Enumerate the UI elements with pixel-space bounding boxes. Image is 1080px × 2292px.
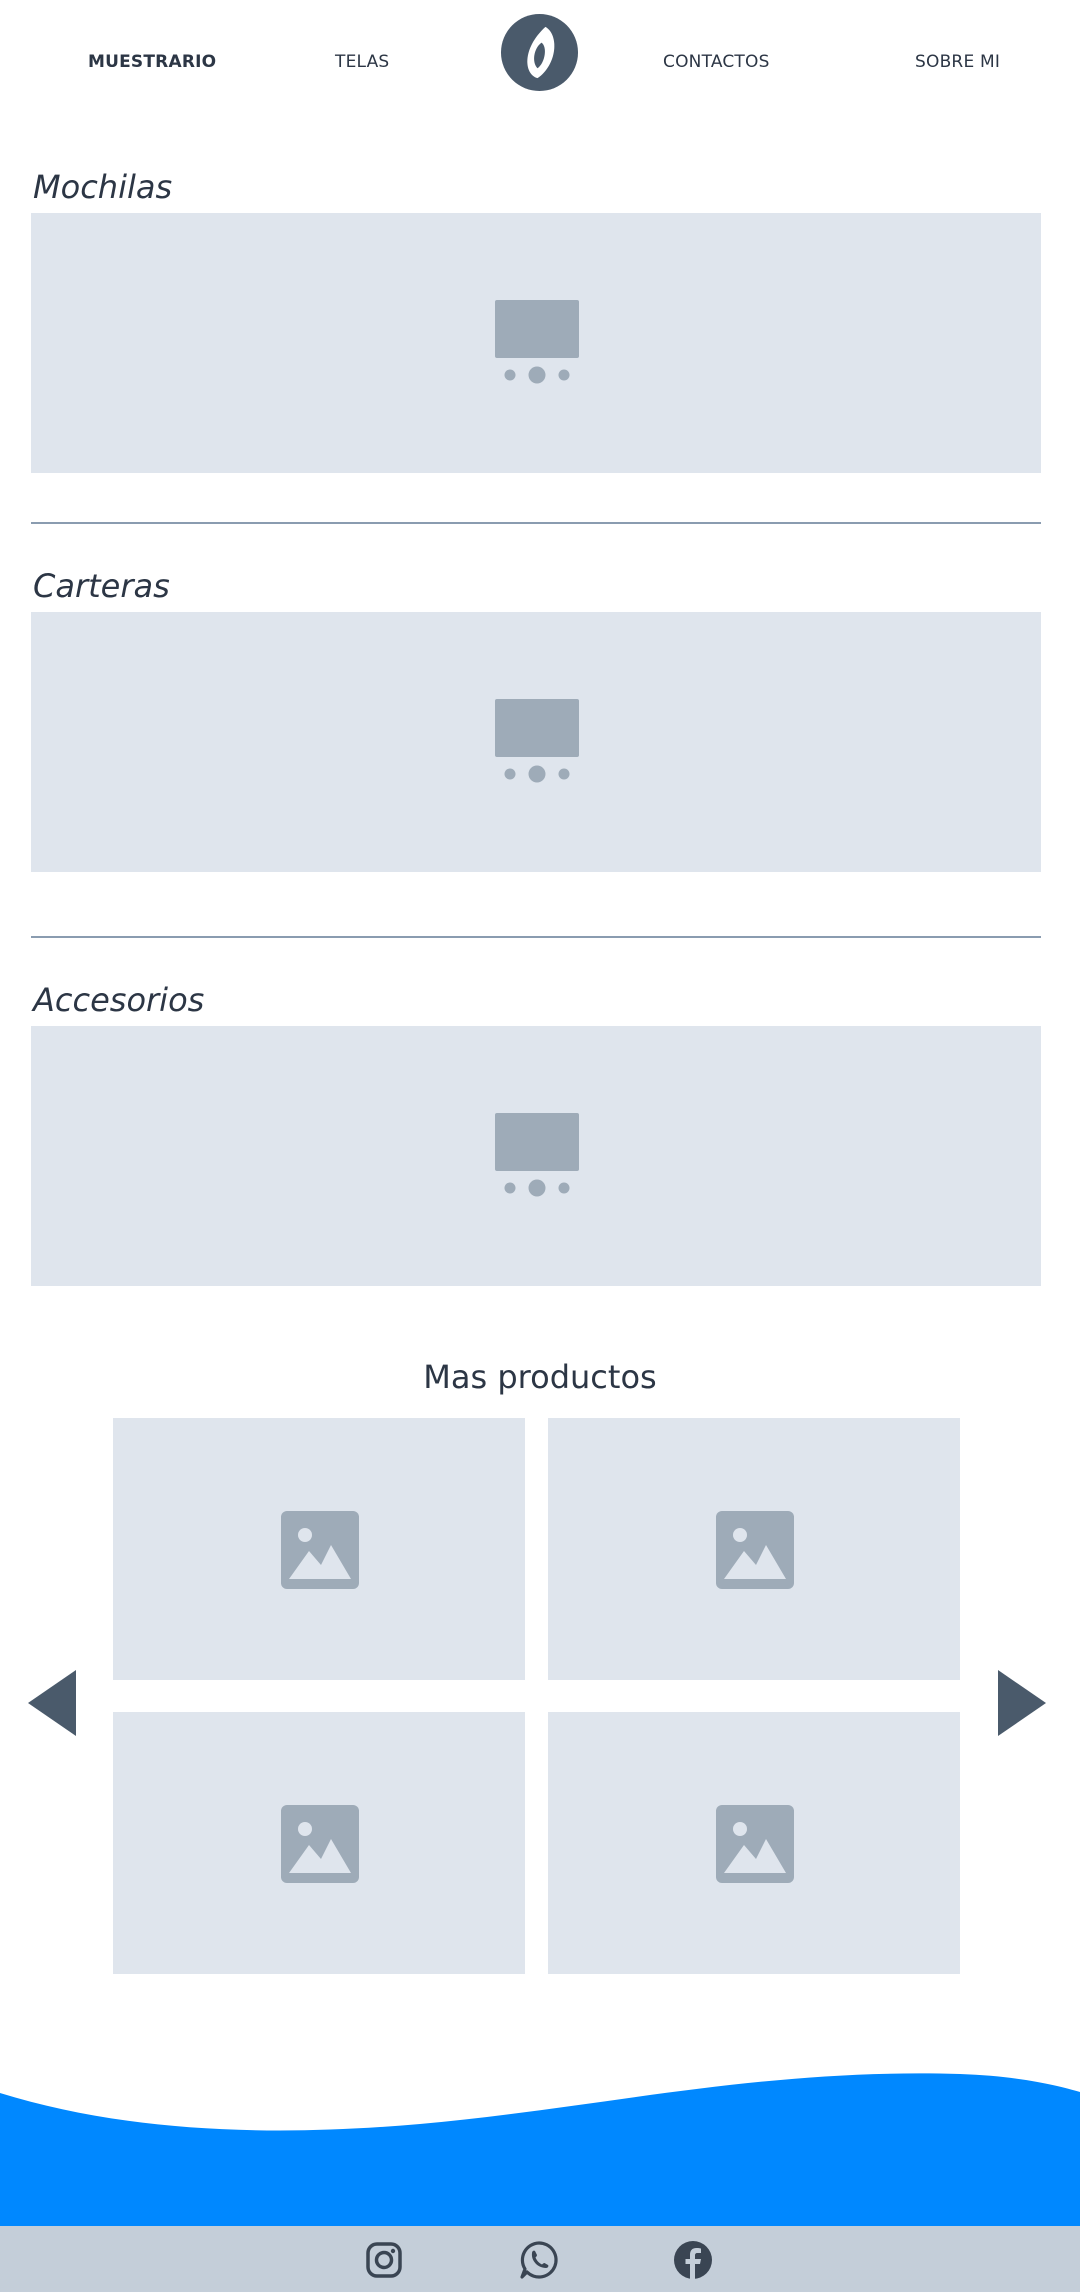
triangle-left-icon[interactable] xyxy=(28,1670,78,1736)
brand-logo-icon[interactable] xyxy=(500,13,579,92)
slideshow-placeholder-icon xyxy=(495,699,579,783)
image-placeholder-icon xyxy=(716,1805,794,1883)
instagram-icon[interactable] xyxy=(364,2240,404,2280)
nav-item-telas[interactable]: TELAS xyxy=(335,52,389,72)
section-title-carteras: Carteras xyxy=(33,567,170,605)
section-divider xyxy=(31,522,1041,524)
image-placeholder-icon xyxy=(281,1511,359,1589)
slideshow-placeholder-icon xyxy=(495,1113,579,1197)
product-tile[interactable] xyxy=(113,1712,525,1974)
carteras-slideshow[interactable] xyxy=(31,612,1041,872)
footer-wave xyxy=(0,2073,1080,2228)
section-title-mochilas: Mochilas xyxy=(33,168,173,206)
nav-item-contactos[interactable]: CONTACTOS xyxy=(663,52,770,72)
top-navigation: MUESTRARIO TELAS CONTACTOS SOBRE MI xyxy=(0,0,1080,128)
mochilas-slideshow[interactable] xyxy=(31,213,1041,473)
footer-bar xyxy=(0,2226,1080,2292)
image-placeholder-icon xyxy=(716,1511,794,1589)
image-placeholder-icon xyxy=(281,1805,359,1883)
product-tile[interactable] xyxy=(548,1418,960,1680)
product-tile[interactable] xyxy=(113,1418,525,1680)
nav-item-muestrario[interactable]: MUESTRARIO xyxy=(88,52,216,72)
section-title-accesorios: Accesorios xyxy=(33,981,205,1019)
facebook-icon[interactable] xyxy=(673,2240,713,2280)
slideshow-placeholder-icon xyxy=(495,300,579,384)
whatsapp-icon[interactable] xyxy=(519,2240,559,2280)
section-divider xyxy=(31,936,1041,938)
product-tile[interactable] xyxy=(548,1712,960,1974)
more-products-title: Mas productos xyxy=(423,1358,657,1396)
triangle-right-icon[interactable] xyxy=(998,1670,1048,1736)
accesorios-slideshow[interactable] xyxy=(31,1026,1041,1286)
nav-item-sobre-mi[interactable]: SOBRE MI xyxy=(915,52,1000,72)
